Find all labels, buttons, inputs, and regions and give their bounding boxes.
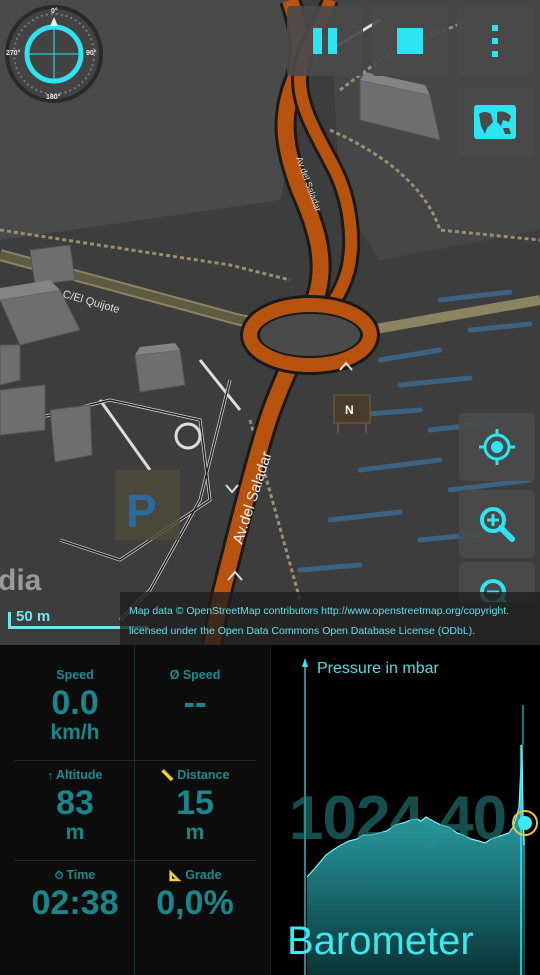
compass-west-label: 270° bbox=[6, 50, 21, 57]
altitude-title: Altitude bbox=[55, 768, 103, 782]
speed-stat[interactable]: Speed 0.0 km/h bbox=[15, 665, 135, 745]
grade-stat[interactable]: 📐 Grade 0,0% bbox=[135, 865, 255, 921]
distance-stat[interactable]: 📏 Distance 15 m bbox=[135, 765, 255, 845]
world-map-icon bbox=[474, 105, 516, 139]
pressure-chart-title: Pressure in mbar bbox=[317, 660, 439, 677]
map-view[interactable]: C/El Quijote Av.del Saladar Av.del Salad… bbox=[0, 0, 540, 645]
stop-icon bbox=[397, 28, 423, 54]
grade-value: 0,0% bbox=[156, 884, 234, 922]
compass-widget[interactable]: 0° 90° 180° 270° bbox=[4, 4, 104, 104]
crosshair-icon bbox=[479, 429, 515, 465]
stopwatch-icon: ⏱ bbox=[54, 870, 64, 882]
grade-title: Grade bbox=[185, 868, 222, 882]
pause-button[interactable] bbox=[287, 6, 363, 76]
altitude-value: 83 bbox=[56, 784, 94, 822]
compass-east-label: 90° bbox=[86, 50, 97, 57]
compass-north-label: 0° bbox=[51, 8, 58, 15]
more-menu-button[interactable] bbox=[457, 6, 533, 76]
altitude-icon: ↑ bbox=[47, 770, 53, 782]
speed-value: 0.0 bbox=[51, 684, 99, 722]
barometer-label: Barometer bbox=[287, 919, 474, 963]
attribution-line-1: Map data © OpenStreetMap contributors ht… bbox=[129, 605, 510, 617]
avg-speed-stat[interactable]: Ø Speed -- bbox=[135, 665, 255, 721]
attribution-line-2: licensed under the Open Data Commons Ope… bbox=[129, 625, 476, 637]
scale-label: 50 m bbox=[16, 608, 51, 625]
time-title: Time bbox=[66, 868, 96, 882]
set-square-icon: 📐 bbox=[168, 870, 183, 882]
zoom-in-button[interactable] bbox=[459, 490, 535, 558]
stats-divider-2 bbox=[14, 860, 256, 861]
stats-divider-1 bbox=[14, 760, 256, 761]
barometer-panel[interactable]: Pressure in mbar 1024,40 Barometer bbox=[270, 645, 540, 975]
locate-me-button[interactable] bbox=[459, 413, 535, 481]
map-layers-button[interactable] bbox=[457, 87, 533, 157]
avg-speed-title: Ø Speed bbox=[169, 668, 221, 682]
zoom-in-icon bbox=[480, 507, 515, 542]
avg-speed-value: -- bbox=[183, 684, 207, 722]
map-attribution: Map data © OpenStreetMap contributors ht… bbox=[120, 592, 540, 645]
altitude-unit: m bbox=[65, 821, 85, 844]
time-stat[interactable]: ⏱ Time 02:38 bbox=[15, 865, 135, 921]
parking-label: P bbox=[126, 485, 157, 537]
more-vertical-icon bbox=[492, 25, 498, 57]
stats-panel: Speed 0.0 km/h Ø Speed -- ↑ Altitude 83 m… bbox=[0, 645, 270, 975]
distance-title: Distance bbox=[177, 768, 230, 782]
north-road-sign: N bbox=[345, 403, 354, 417]
time-value: 02:38 bbox=[31, 884, 119, 922]
distance-unit: m bbox=[185, 821, 205, 844]
pause-icon bbox=[313, 28, 337, 54]
stop-button[interactable] bbox=[372, 6, 448, 76]
pressure-current-value: 1024,40 bbox=[289, 784, 507, 853]
altitude-stat[interactable]: ↑ Altitude 83 m bbox=[15, 765, 135, 845]
compass-south-label: 180° bbox=[46, 94, 61, 101]
distance-value: 15 bbox=[176, 784, 214, 822]
speed-unit: km/h bbox=[50, 721, 100, 744]
ruler-icon: 📏 bbox=[160, 770, 175, 782]
place-label: dia bbox=[0, 564, 42, 597]
speed-title: Speed bbox=[56, 668, 94, 682]
